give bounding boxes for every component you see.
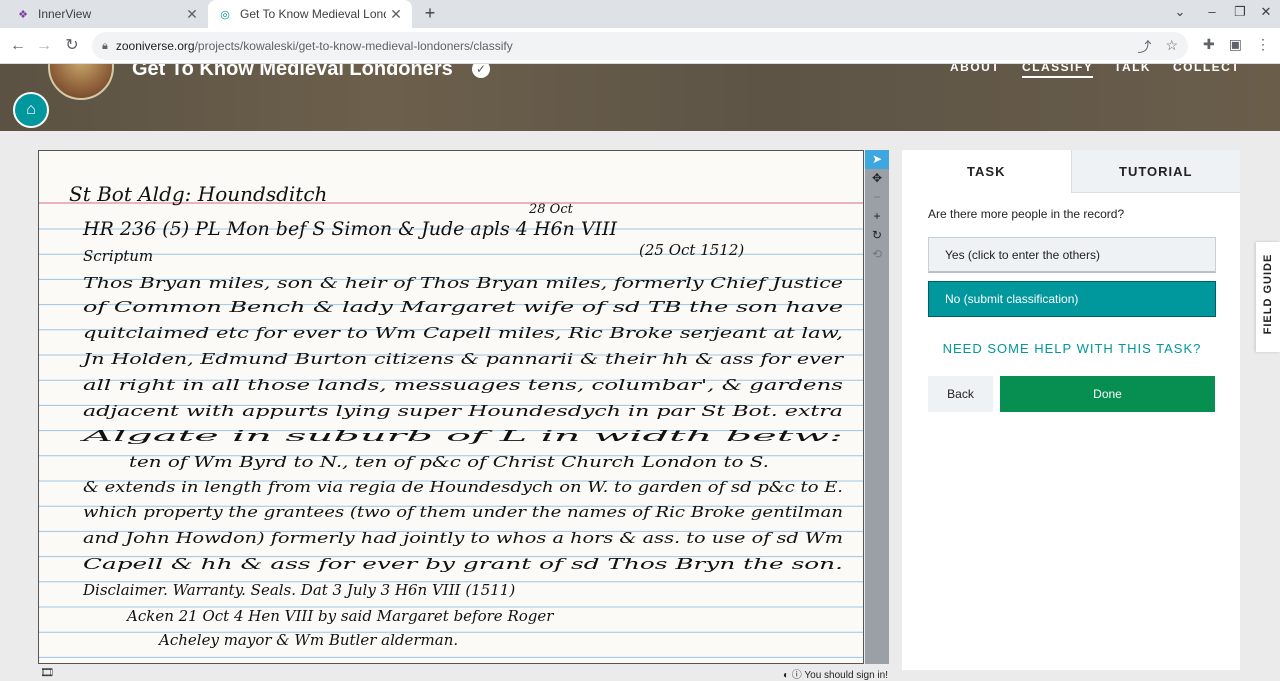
info-icon[interactable]: ⓘ [792,670,802,681]
rotate-icon[interactable]: ↻ [865,226,889,245]
pointer-icon[interactable]: ➤ [865,150,889,169]
close-window-icon[interactable]: ✕ [1256,4,1276,20]
back-arrow-icon[interactable]: ← [8,36,28,56]
new-tab-button[interactable]: + [420,3,440,23]
zooniverse-menu-button[interactable]: ⌂ [13,92,49,128]
signin-text[interactable]: You should sign in! [804,670,888,681]
task-question: Are there more people in the record? [928,207,1125,221]
handwritten-line: 28 Oct [528,202,574,217]
back-button[interactable]: Back [928,376,993,412]
tab-tutorial[interactable]: TUTORIAL [1070,150,1240,193]
nav-about[interactable]: ABOUT [950,64,1000,74]
handwritten-line: Capell & hh & ass for ever by grant of s… [83,555,843,573]
handwritten-line: and John Howdon) formerly had jointly to… [83,529,843,547]
tab-task[interactable]: TASK [902,150,1071,193]
handwritten-line: St Bot Aldg: Houndsditch [69,182,327,206]
project-header: Get To Know Medieval Londoners ✓ ABOUT C… [0,64,1280,131]
tab-title: Get To Know Medieval Londoners [240,7,386,21]
move-icon[interactable]: ✥ [865,169,889,188]
extensions-icon[interactable]: ✚ [1203,36,1215,53]
nav-classify[interactable]: CLASSIFY [1022,64,1094,78]
tab-title: InnerView [38,7,92,21]
field-guide-label: FIELD GUIDE [1262,253,1274,335]
side-panel-icon[interactable]: ▣ [1229,36,1242,53]
handwritten-line: quitclaimed etc for ever to Wm Capell mi… [83,324,843,342]
innerview-icon: ❖ [18,8,28,21]
url-path: /projects/kowaleski/get-to-know-medieval… [194,39,513,53]
browser-tab-zooniverse[interactable]: ◎ Get To Know Medieval Londoners ✕ [208,0,412,28]
answer-yes-button[interactable]: Yes (click to enter the others) [928,237,1216,273]
field-guide-tab[interactable]: FIELD GUIDE [1256,242,1280,352]
restore-icon[interactable]: ❐ [1230,4,1250,20]
browser-tab-strip: ❖ InnerView ✕ ◎ Get To Know Medieval Lon… [0,0,1280,28]
forward-arrow-icon[interactable]: → [34,36,54,56]
url-field[interactable]: 🔒︎ zooniverse.org/projects/kowaleski/get… [92,32,1188,60]
handwritten-line: (25 Oct 1512) [639,241,744,259]
browser-menu-icon[interactable]: ⋮ [1256,36,1270,53]
handwritten-line: Algate in suburb of L in width betw: [77,427,843,445]
share-icon[interactable]: ⤴ [1137,37,1151,57]
task-panel: TASK TUTORIAL Are there more people in t… [902,150,1240,670]
handwritten-line: Acken 21 Oct 4 Hen VIII by said Margaret… [125,607,554,625]
contrast-icon[interactable]: ◐ [783,670,789,681]
handwritten-line: adjacent with appurts lying super Hounde… [83,402,843,420]
zooniverse-icon: ◎ [220,8,230,21]
signin-notice: ◐ ⓘ You should sign in! [783,666,888,681]
close-tab-icon[interactable]: ✕ [182,6,202,23]
handwritten-line: Jn Holden, Edmund Burton citizens & pann… [79,350,844,368]
handwritten-line: & extends in length from via regia de Ho… [83,478,843,496]
zoom-out-icon[interactable]: − [865,188,889,207]
handwritten-line: Disclaimer. Warranty. Seals. Dat 3 July … [82,581,515,599]
bookmark-star-icon[interactable]: ☆ [1165,37,1178,57]
handwritten-line: Thos Bryan miles, son & heir of Thos Bry… [83,274,843,292]
handwritten-line: Acheley mayor & Wm Butler alderman. [157,631,458,649]
help-link[interactable]: NEED SOME HELP WITH THIS TASK? [928,341,1216,356]
nav-collect[interactable]: COLLECT [1173,64,1240,74]
handwritten-line: of Common Bench & lady Margaret wife of … [83,298,843,316]
handwritten-line: HR 236 (5) PL Mon bef S Simon & Jude apl… [82,218,618,240]
index-card-image: St Bot Aldg: Houndsditch HR 236 (5) PL Mo… [39,182,863,658]
browser-tab-innerview[interactable]: ❖ InnerView ✕ [8,0,208,28]
handwritten-line: Scriptum [83,247,153,265]
image-toolbar: ➤ ✥ − + ↻ ⟲ [865,150,889,664]
url-host: zooniverse.org [115,39,195,53]
done-button[interactable]: Done [1000,376,1215,412]
address-bar: ← → ↻ 🔒︎ zooniverse.org/projects/kowales… [0,28,1280,64]
handwritten-line: which property the grantees (two of them… [83,503,843,521]
project-avatar[interactable] [48,64,114,100]
subject-image[interactable]: St Bot Aldg: Houndsditch HR 236 (5) PL Mo… [38,150,864,664]
close-tab-icon[interactable]: ✕ [386,6,406,23]
zoom-in-icon[interactable]: + [865,207,889,226]
reload-icon[interactable]: ↻ [62,36,82,56]
project-title[interactable]: Get To Know Medieval Londoners [132,64,453,81]
handwritten-line: ten of Wm Byrd to N., ten of p&c of Chri… [129,453,769,471]
answer-no-button[interactable]: No (submit classification) [928,281,1216,317]
verified-check-icon: ✓ [472,64,490,78]
film-strip-icon[interactable]: 🎞︎ [40,666,54,679]
lock-icon: 🔒︎ [102,39,108,52]
handwritten-line: all right in all those lands, messuages … [83,376,843,394]
subject-footer: 🎞︎ ◐ ⓘ You should sign in! [38,664,890,681]
tab-search-icon[interactable]: ⌄ [1170,4,1190,20]
reset-icon[interactable]: ⟲ [865,245,889,264]
nav-talk[interactable]: TALK [1114,64,1151,74]
minimize-icon[interactable]: – [1202,4,1222,19]
